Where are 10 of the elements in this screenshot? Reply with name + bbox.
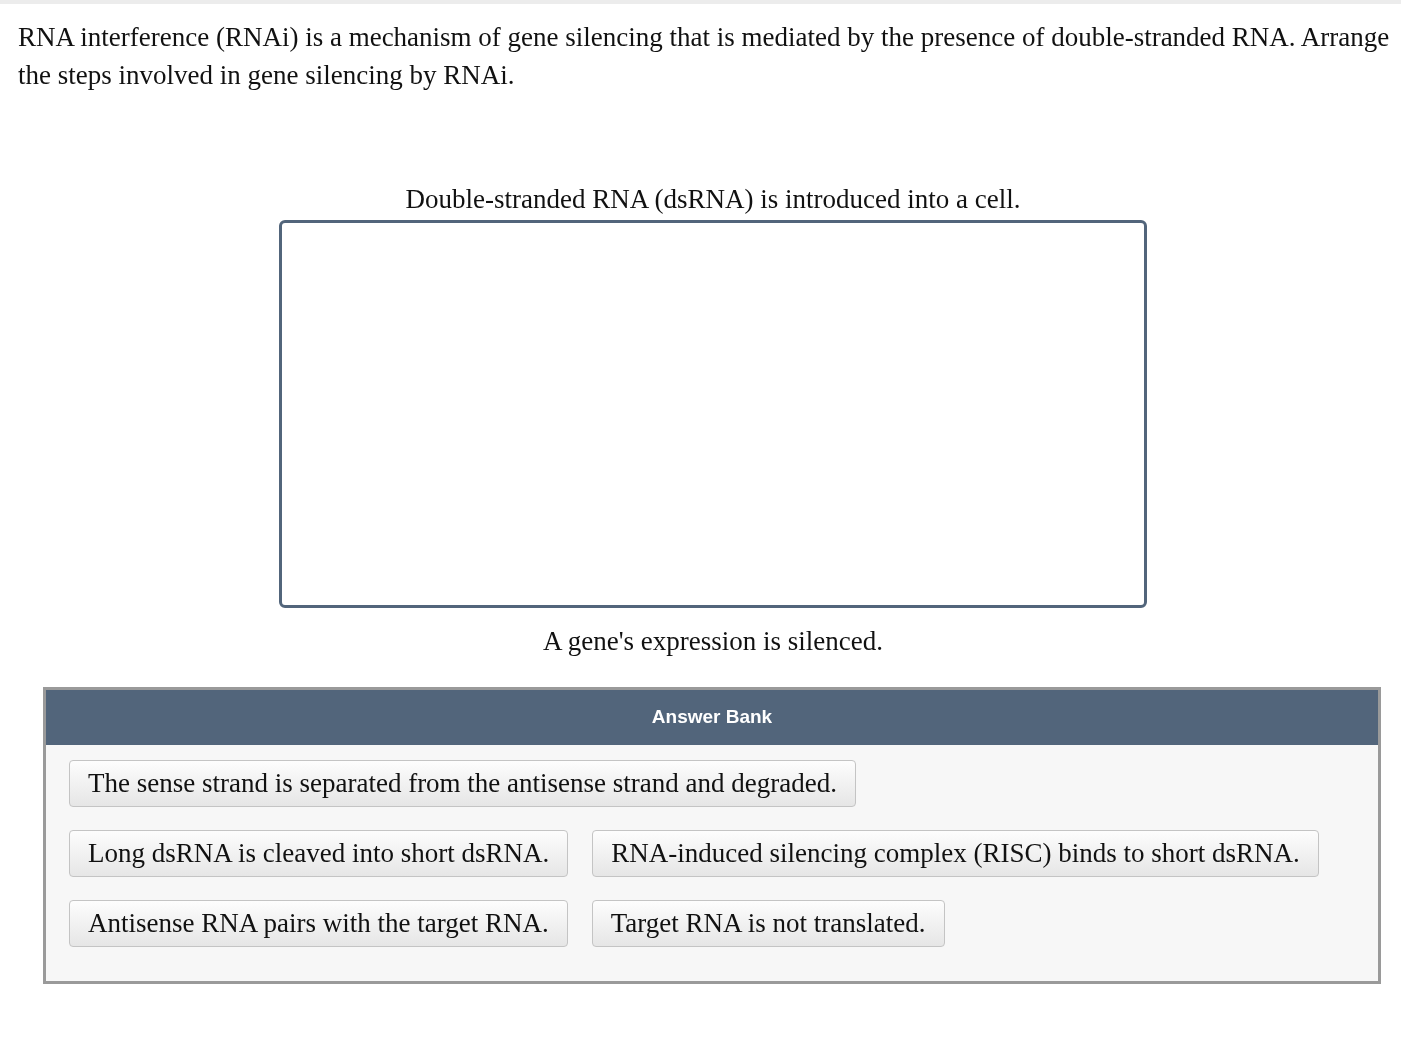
last-step-label: A gene's expression is silenced.: [542, 625, 883, 658]
first-step-label: Double-stranded RNA (dsRNA) is introduced into a cell.: [405, 183, 1021, 216]
question-text: RNA interference (RNAi) is a mechanism of gene silencing that is mediated by the presence of double-stranded RNA. Arrange the steps involved in gene silencing by RNAi.: [18, 21, 1391, 92]
answer-bank-title: Answer Bank: [651, 705, 773, 730]
drop-zone[interactable]: [279, 220, 1147, 608]
answer-option[interactable]: The sense strand is separated from the antisense strand and degraded.: [69, 760, 856, 807]
answer-option[interactable]: Antisense RNA pairs with the target RNA.: [69, 900, 568, 947]
answer-option[interactable]: Long dsRNA is cleaved into short dsRNA.: [69, 830, 569, 877]
answer-option[interactable]: RNA-induced silencing complex (RISC) binds to short dsRNA.: [592, 830, 1319, 877]
answer-option[interactable]: Target RNA is not translated.: [591, 900, 945, 947]
